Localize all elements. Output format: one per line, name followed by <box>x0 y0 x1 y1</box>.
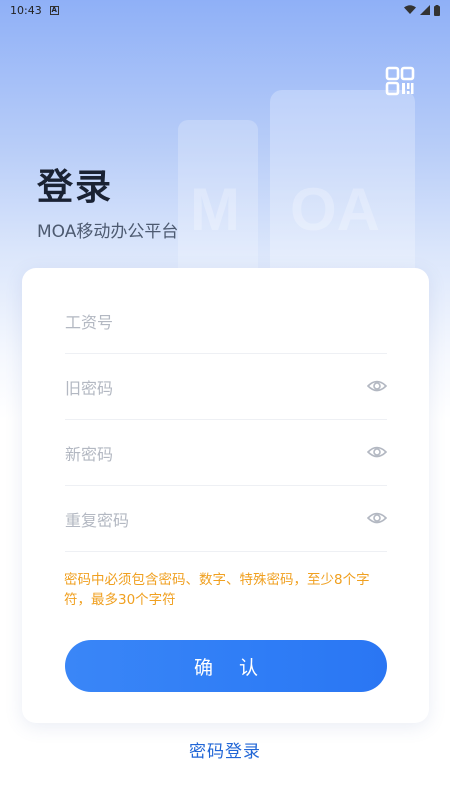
page-title: 登录 <box>37 167 114 208</box>
svg-text:M: M <box>190 176 240 243</box>
new-password-placeholder: 新密码 <box>65 444 114 464</box>
eye-icon[interactable] <box>367 442 387 462</box>
old-password-placeholder: 旧密码 <box>65 378 114 398</box>
qr-scan-icon[interactable] <box>385 66 415 96</box>
svg-text:OA: OA <box>290 176 380 243</box>
signal-icon <box>420 5 430 15</box>
status-time: 10:43 <box>10 3 42 17</box>
battery-icon <box>434 4 440 16</box>
status-bar: 10:43 A <box>0 0 450 20</box>
old-password-field[interactable]: 旧密码 <box>65 354 387 420</box>
page-subtitle: MOA移动办公平台 <box>37 222 179 242</box>
wifi-icon <box>404 5 416 14</box>
employee-id-placeholder: 工资号 <box>65 312 114 332</box>
password-rule-hint: 密码中必须包含密码、数字、特殊密码，至少8个字符，最多30个字符 <box>64 572 370 608</box>
status-icons <box>404 4 440 16</box>
confirm-button[interactable]: 确 认 <box>65 640 387 692</box>
repeat-password-placeholder: 重复密码 <box>65 510 130 530</box>
new-password-field[interactable]: 新密码 <box>65 420 387 486</box>
employee-id-field[interactable]: 工资号 <box>65 288 387 354</box>
form-card: 工资号 旧密码 新密码 重复密码 密码中必须包含密码、数字、特殊密码，至少8个字… <box>22 268 429 723</box>
eye-icon[interactable] <box>367 376 387 396</box>
password-login-link[interactable]: 密码登录 <box>0 737 450 762</box>
repeat-password-field[interactable]: 重复密码 <box>65 486 387 552</box>
eye-icon[interactable] <box>367 508 387 528</box>
notification-icon: A <box>49 5 59 15</box>
